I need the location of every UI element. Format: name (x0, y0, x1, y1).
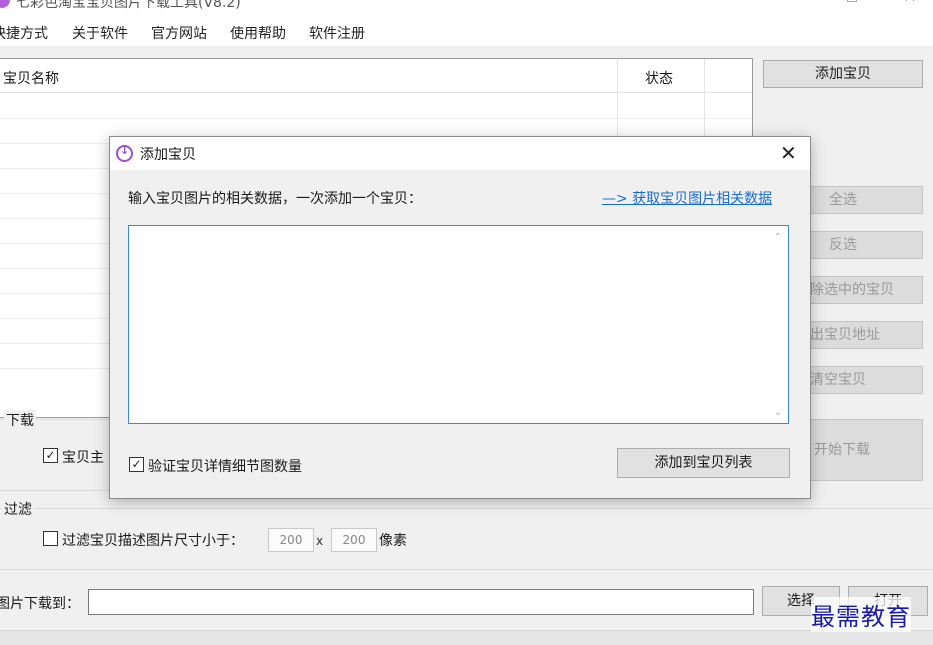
watermark: 最需教育 (811, 597, 911, 632)
menu-shortcuts[interactable]: 快捷方式 (0, 23, 48, 43)
dialog-title-bar: 添加宝贝 ✕ (110, 137, 810, 170)
dialog-close-button[interactable]: ✕ (780, 141, 797, 165)
row-divider (0, 118, 752, 119)
app-icon (0, 0, 10, 8)
list-header: 宝贝名称 状态 (0, 59, 752, 93)
filter-width-input[interactable]: 200 (268, 528, 314, 552)
main-image-label: 宝贝主 (62, 450, 104, 466)
status-bar (0, 630, 933, 645)
verify-checkbox-label: 验证宝贝详情细节图数量 (148, 459, 302, 475)
menu-register[interactable]: 软件注册 (309, 23, 365, 43)
add-product-button[interactable]: 添加宝贝 (763, 60, 923, 88)
add-to-list-button[interactable]: 添加到宝贝列表 (617, 448, 790, 478)
filter-size-label: 过滤宝贝描述图片尺寸小于： (62, 533, 244, 549)
filter-height-input[interactable]: 200 (331, 528, 377, 552)
download-icon (116, 144, 133, 162)
pixel-unit-label: 像素 (379, 533, 407, 549)
filter-group-label: 过滤 (2, 499, 34, 519)
window-title: 七彩色淘宝宝贝图片下载工具(V8.2) (16, 0, 241, 11)
menu-about[interactable]: 关于软件 (72, 23, 128, 43)
download-group-label: 下载 (4, 410, 36, 430)
filter-size-checkbox[interactable] (43, 531, 58, 546)
dialog-title: 添加宝贝 (140, 147, 196, 163)
scroll-up-icon[interactable]: ⌃ (774, 232, 782, 243)
verify-checkbox[interactable]: ✓ (129, 457, 144, 472)
product-data-textarea[interactable]: ⌃ ⌄ (128, 225, 789, 424)
main-image-checkbox[interactable]: ✓ (43, 448, 58, 463)
maximize-icon (847, 0, 857, 2)
save-path-label: 图片下载到： (0, 596, 80, 612)
add-product-dialog: 添加宝贝 ✕ 输入宝贝图片的相关数据，一次添加一个宝贝： —> 获取宝贝图片相关… (109, 136, 811, 499)
title-bar: 七彩色淘宝宝贝图片下载工具(V8.2) — ✕ (0, 0, 933, 18)
times-sign: x (316, 534, 324, 548)
menu-help[interactable]: 使用帮助 (230, 23, 286, 43)
dialog-prompt: 输入宝贝图片的相关数据，一次添加一个宝贝： (128, 191, 422, 207)
save-path-input[interactable] (88, 589, 754, 615)
menu-website[interactable]: 官方网站 (151, 23, 207, 43)
menu-bar: 快捷方式 关于软件 官方网站 使用帮助 软件注册 (0, 18, 933, 46)
maximize-button[interactable] (832, 0, 872, 8)
minimize-button[interactable]: — (775, 0, 815, 8)
column-product-name[interactable]: 宝贝名称 (3, 68, 59, 88)
column-status[interactable]: 状态 (645, 68, 673, 88)
get-data-link[interactable]: —> 获取宝贝图片相关数据 (602, 188, 772, 208)
scroll-down-icon[interactable]: ⌄ (774, 407, 782, 418)
close-button[interactable]: ✕ (890, 0, 930, 8)
